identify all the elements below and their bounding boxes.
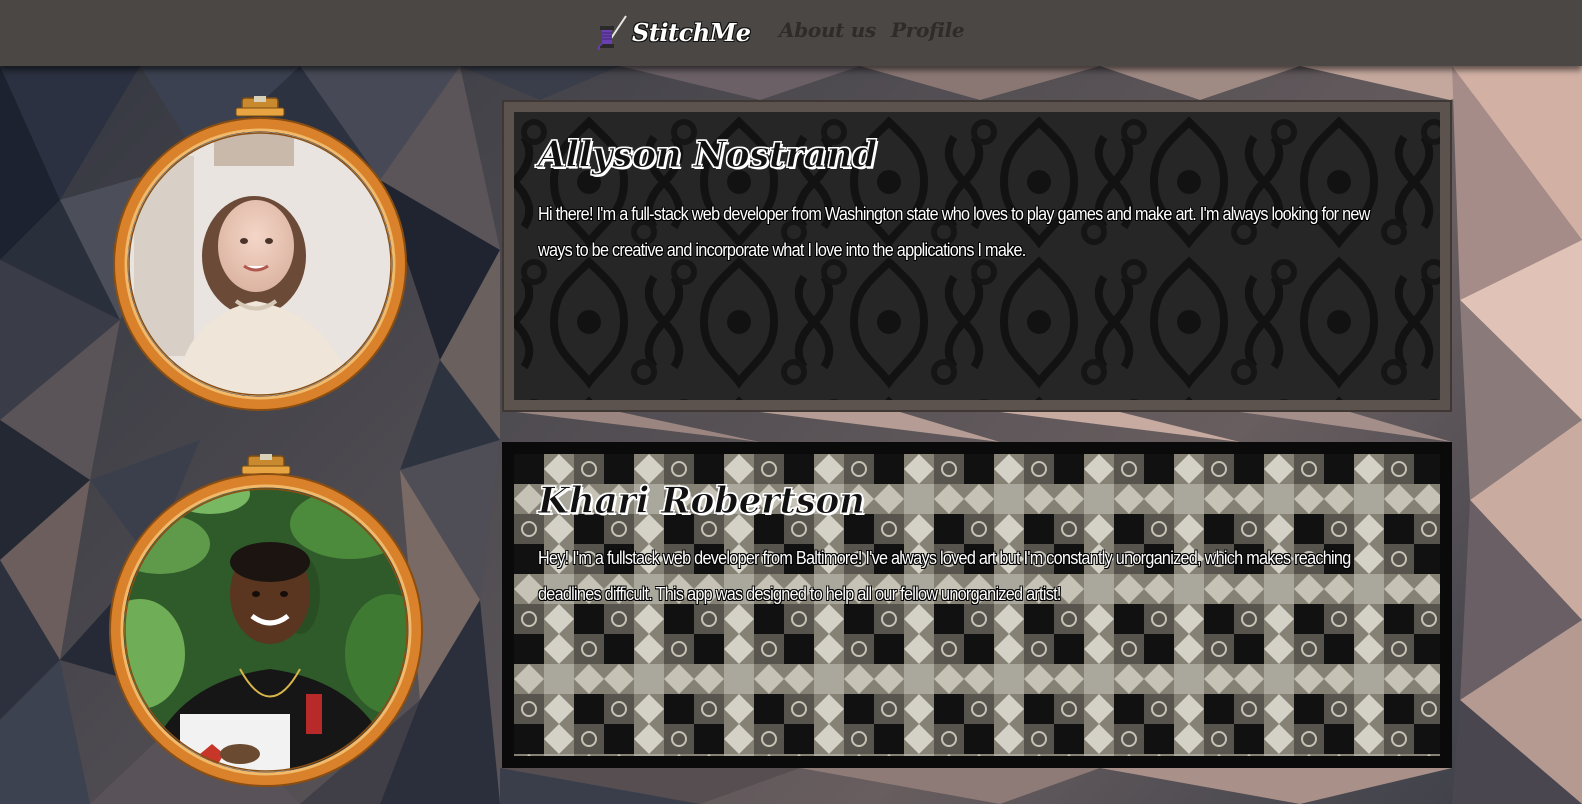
card-content: Khari Robertson Hey! I'm a fullstack web… [514,454,1440,756]
portrait-photo-khari [124,488,408,772]
nav-link-profile[interactable]: Profile [891,18,965,42]
top-navbar: StitchMe About us Profile [0,0,1582,66]
card-content: Allyson Nostrand Hi there! I'm a full-st… [514,112,1440,400]
brand-logo-link[interactable]: StitchMe [596,14,751,51]
member-bio: Hi there! I'm a full-stack web developer… [538,204,1370,260]
spool-needle-icon [596,14,630,51]
portrait-photo-allyson [128,132,392,396]
team-card-khari: Khari Robertson Hey! I'm a fullstack web… [502,442,1452,768]
nav-link-about-us[interactable]: About us [779,18,876,42]
team-card-allyson: Allyson Nostrand Hi there! I'm a full-st… [502,100,1452,412]
member-name: Allyson Nostrand [538,134,878,177]
embroidery-hoop-photo-khari [109,454,423,787]
brand-name: StitchMe [632,17,751,47]
embroidery-hoop-photo-allyson [113,96,407,411]
member-bio: Hey! I'm a fullstack web developer from … [538,548,1351,604]
member-name: Khari Robertson [538,480,866,523]
